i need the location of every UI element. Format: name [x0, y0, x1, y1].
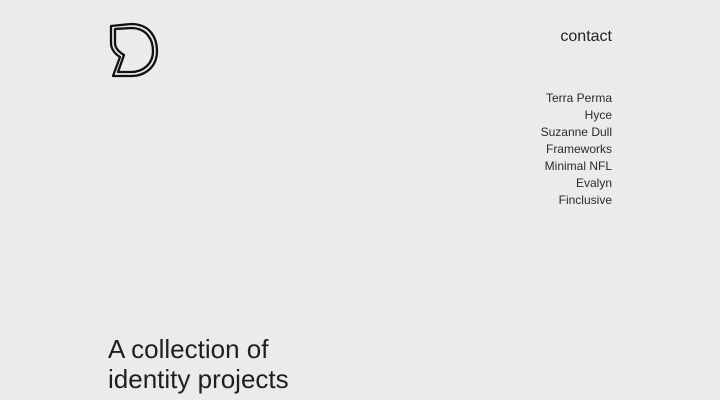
contact-link[interactable]: contact — [560, 27, 612, 47]
project-link-frameworks[interactable]: Frameworks — [541, 141, 612, 158]
logo-icon[interactable] — [107, 21, 159, 81]
project-link-suzanne-dull[interactable]: Suzanne Dull — [541, 124, 612, 141]
project-link-minimal-nfl[interactable]: Minimal NFL — [541, 158, 612, 175]
page-tagline: A collection of identity projects — [108, 334, 428, 394]
project-link-finclusive[interactable]: Finclusive — [541, 192, 612, 209]
project-link-terra-perma[interactable]: Terra Perma — [541, 90, 612, 107]
project-link-evalyn[interactable]: Evalyn — [541, 175, 612, 192]
project-link-hyce[interactable]: Hyce — [541, 107, 612, 124]
project-list: Terra Perma Hyce Suzanne Dull Frameworks… — [541, 90, 612, 209]
tagline-line-2: identity projects — [108, 364, 289, 394]
tagline-line-1: A collection of — [108, 334, 269, 364]
